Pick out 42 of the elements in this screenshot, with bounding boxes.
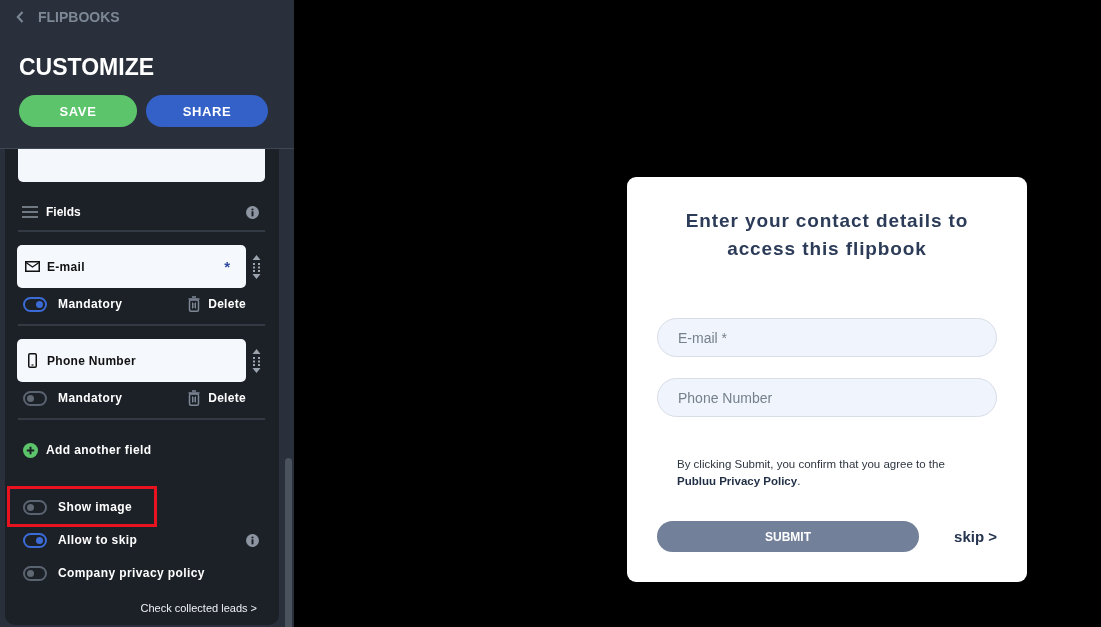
plus-circle-icon: [23, 442, 38, 458]
add-field-button[interactable]: Add another field: [23, 442, 152, 458]
trash-icon: [188, 296, 201, 312]
back-link[interactable]: FLIPBOOKS: [16, 8, 120, 26]
toggle-switch[interactable]: [23, 296, 47, 312]
toggle-switch[interactable]: [23, 532, 47, 548]
text-area-field[interactable]: [18, 149, 265, 182]
input-field[interactable]: Phone Number: [657, 378, 997, 417]
field-label: E-mail: [47, 259, 85, 274]
toggle-label: Mandatory: [58, 297, 123, 311]
drag-handle-icon[interactable]: [252, 254, 261, 279]
delete-button[interactable]: Delete: [188, 390, 246, 406]
toggle-switch[interactable]: [23, 565, 47, 581]
required-mark: *: [224, 258, 230, 275]
toggle-label: Show image: [58, 500, 132, 514]
input-field[interactable]: E-mail *: [657, 318, 997, 357]
section-title: Fields: [46, 205, 81, 219]
skip-link[interactable]: skip >: [954, 528, 997, 545]
info-icon[interactable]: [246, 533, 259, 547]
chevron-left-icon: [16, 11, 24, 23]
field-label: Phone Number: [47, 353, 136, 368]
form-field-card[interactable]: Phone Number: [17, 339, 246, 382]
toggle-switch[interactable]: [23, 499, 47, 515]
toggle-label: Company privacy policy: [58, 566, 205, 580]
page-title: CUSTOMIZE: [19, 53, 155, 81]
delete-button[interactable]: Delete: [188, 296, 246, 312]
submit-button[interactable]: SUBMIT: [657, 521, 919, 552]
envelope-icon: [25, 261, 40, 272]
menu-icon: [22, 206, 38, 218]
info-icon[interactable]: [246, 205, 259, 219]
scrollbar-thumb[interactable]: [285, 458, 292, 627]
form-field-card[interactable]: E-mail *: [17, 245, 246, 288]
toggle-label: Mandatory: [58, 391, 123, 405]
toggle-label: Allow to skip: [58, 533, 138, 547]
drag-handle-icon[interactable]: [252, 348, 261, 373]
share-button[interactable]: SHARE: [146, 95, 268, 127]
phone-icon: [28, 353, 37, 368]
collected-leads-link[interactable]: Check collected leads >: [140, 602, 257, 614]
form-title: Enter your contact details to access this flipbook: [684, 209, 970, 261]
trash-icon: [188, 390, 201, 406]
toggle-switch[interactable]: [23, 390, 47, 406]
consent-text: By clicking Submit, you confirm that you agree to the Publuu Privacy Policy.: [677, 457, 946, 489]
